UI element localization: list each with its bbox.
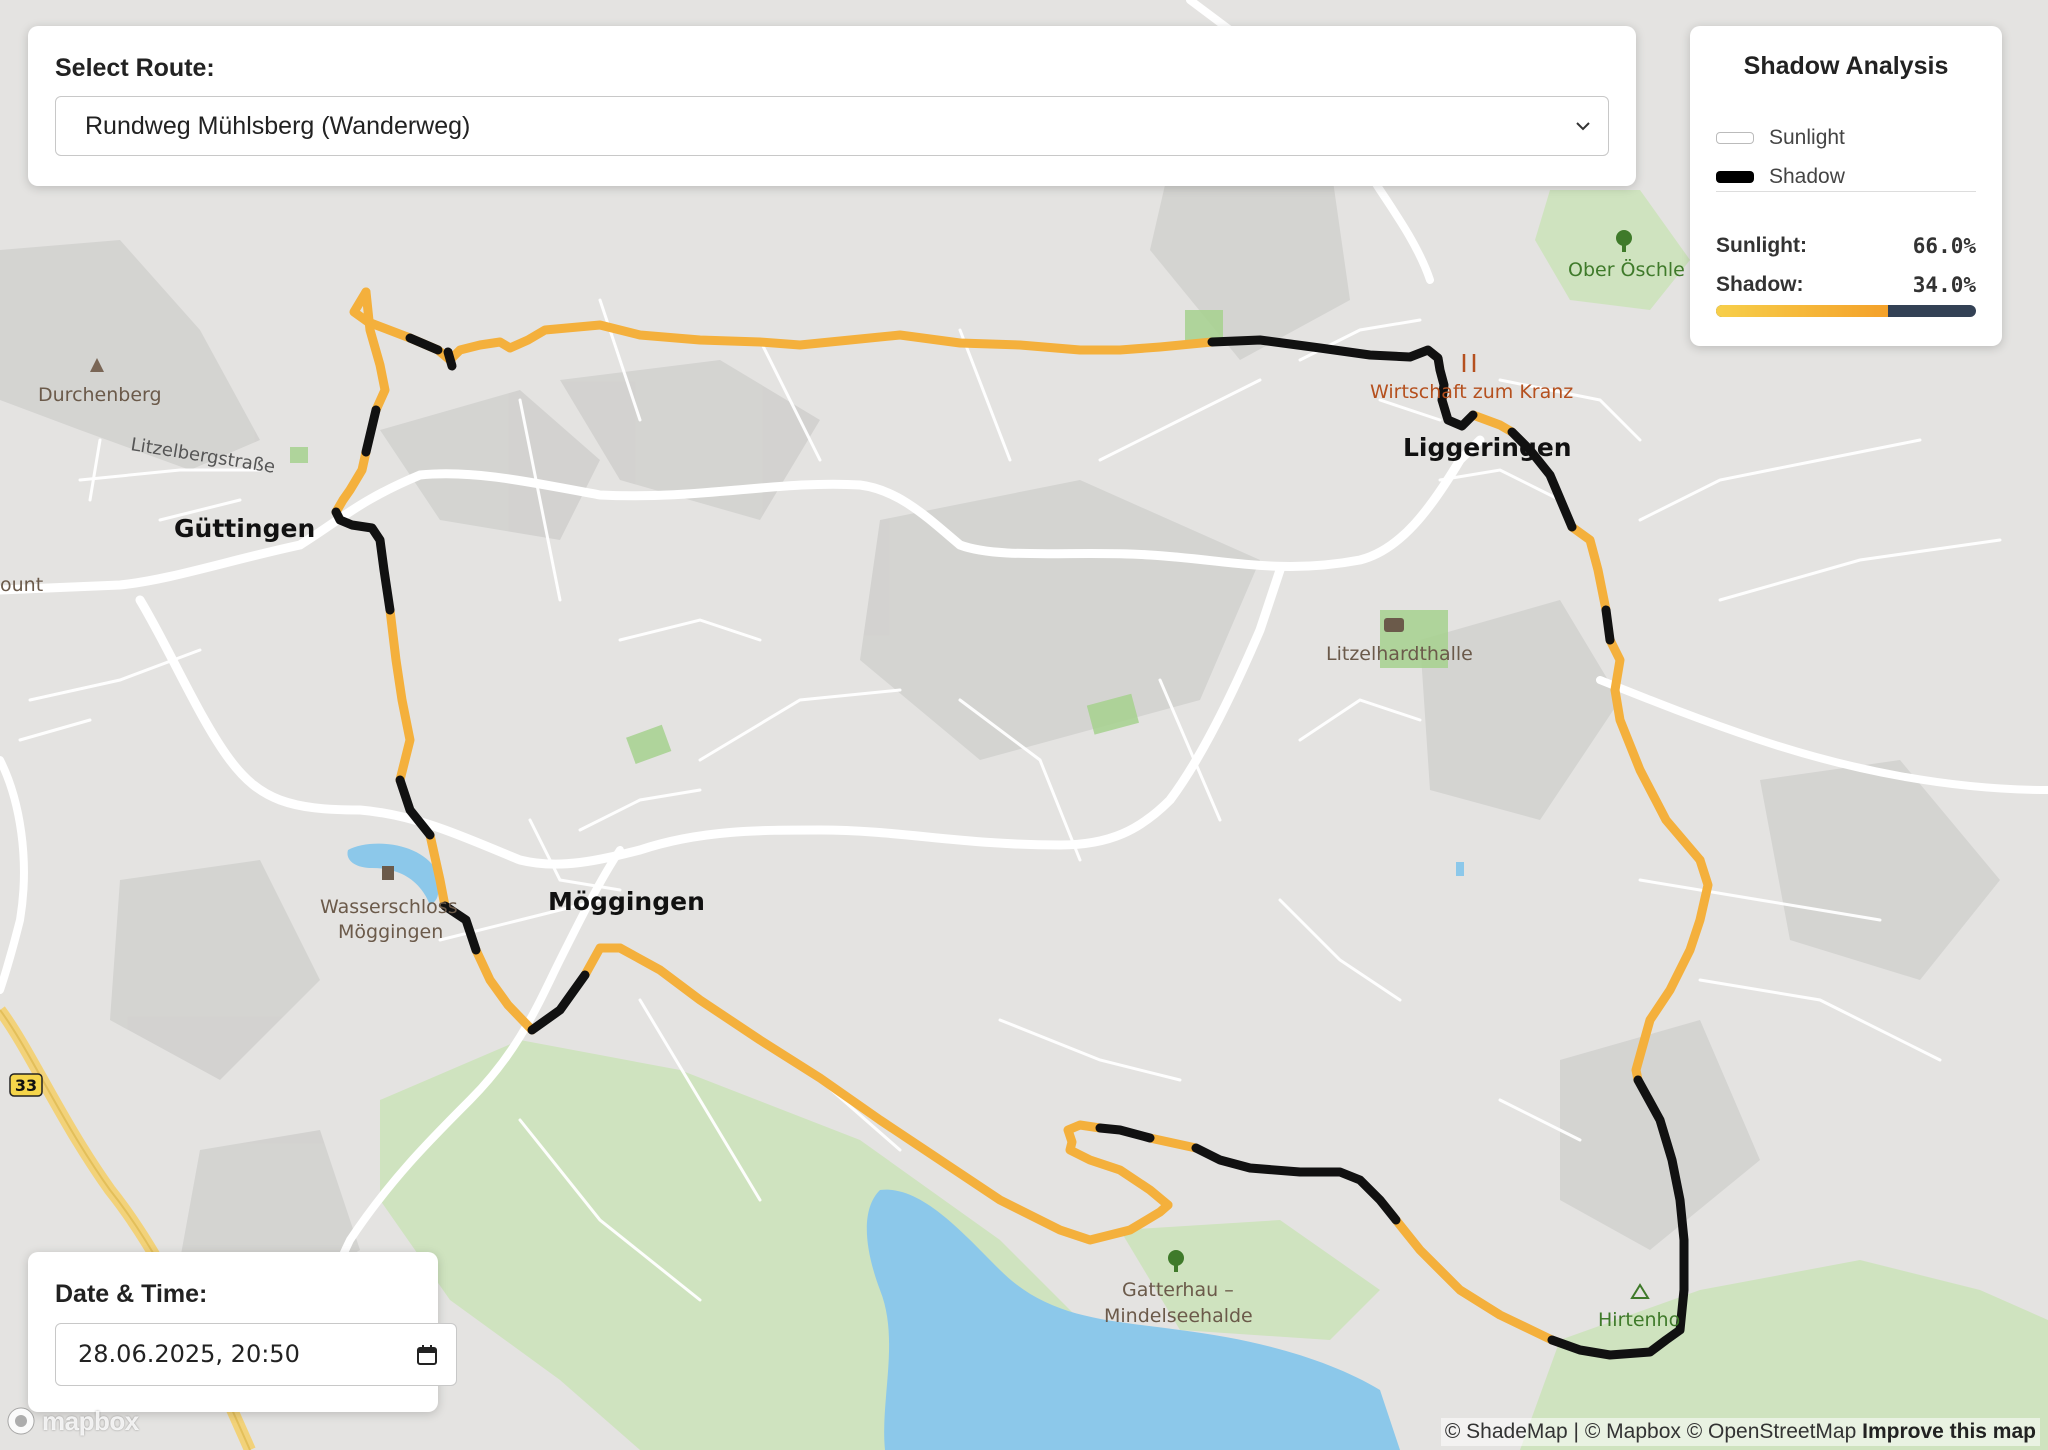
poi-label-wirtschaft-zum-kranz: Wirtschaft zum Kranz	[1370, 381, 1573, 403]
sun-ratio-fill	[1716, 305, 1888, 317]
poi-label-ober-oeschle: Ober Öschle	[1568, 258, 1685, 281]
legend-sunlight-swatch	[1716, 132, 1754, 144]
attribution-text[interactable]: © ShadeMap | © Mapbox © OpenStreetMap	[1445, 1420, 1856, 1443]
mapbox-logo-icon	[7, 1407, 35, 1435]
datetime-input[interactable]: 28.06.2025, 20:50	[55, 1323, 457, 1386]
legend-sunlight-label: Sunlight	[1769, 126, 1845, 149]
poi-label-mindelseehalde: Mindelseehalde	[1104, 1305, 1253, 1327]
datetime-value: 28.06.2025, 20:50	[78, 1340, 300, 1368]
map-attribution: © ShadeMap | © Mapbox © OpenStreetMap Im…	[1440, 1418, 2040, 1446]
route-panel: Select Route: Rundweg Mühlsberg (Wanderw…	[28, 26, 1636, 186]
mapbox-logo-text: mapbox	[42, 1406, 139, 1436]
poi-label-wasserschloss-moeggingen: Möggingen	[338, 921, 443, 943]
improve-map-link[interactable]: Improve this map	[1862, 1420, 2036, 1443]
sunlight-stat-label: Sunlight:	[1716, 234, 1807, 257]
mapbox-logo[interactable]: mapbox	[6, 1404, 166, 1438]
place-label-liggeringen: Liggeringen	[1403, 433, 1572, 462]
legend-shadow-label: Shadow	[1769, 165, 1845, 188]
sun-shadow-ratio-bar	[1716, 305, 1976, 317]
legend-shadow-swatch	[1716, 171, 1754, 183]
sunlight-stat: Sunlight: 66.0%	[1716, 234, 1976, 260]
poi-label-durchenberg: Durchenberg	[38, 384, 162, 406]
datetime-panel: Date & Time: 28.06.2025, 20:50	[28, 1252, 457, 1412]
shadow-analysis-title: Shadow Analysis	[1743, 52, 1949, 80]
chevron-down-icon	[1576, 122, 1590, 131]
poi-label-litzelhardthalle: Litzelhardthalle	[1326, 643, 1473, 665]
poi-label-ount: ount	[0, 574, 43, 596]
shadow-stat-label: Shadow:	[1716, 273, 1804, 296]
calendar-icon[interactable]	[416, 1344, 438, 1366]
road-shield-33-label: 33	[15, 1076, 37, 1095]
shadow-stat-value: 34.0%	[1912, 273, 1976, 297]
sunlight-stat-value: 66.0%	[1912, 234, 1976, 258]
poi-label-hirtenhof: Hirtenho	[1598, 1309, 1680, 1331]
poi-label-gatterhau: Gatterhau –	[1122, 1279, 1234, 1301]
shadow-analysis-panel: Shadow Analysis Sunlight Shadow Sunlight…	[1690, 26, 2002, 346]
datetime-label: Date & Time:	[55, 1280, 208, 1308]
route-select-value: Rundweg Mühlsberg (Wanderweg)	[85, 112, 471, 140]
shadow-stat: Shadow: 34.0%	[1716, 273, 1976, 299]
panel-divider	[1716, 191, 1976, 192]
place-label-moeggingen: Möggingen	[548, 887, 705, 916]
route-select[interactable]: Rundweg Mühlsberg (Wanderweg)	[55, 96, 1609, 156]
route-label: Select Route:	[55, 54, 215, 82]
poi-label-wasserschloss: Wasserschloss	[320, 896, 458, 918]
place-label-guettingen: Güttingen	[174, 514, 315, 543]
